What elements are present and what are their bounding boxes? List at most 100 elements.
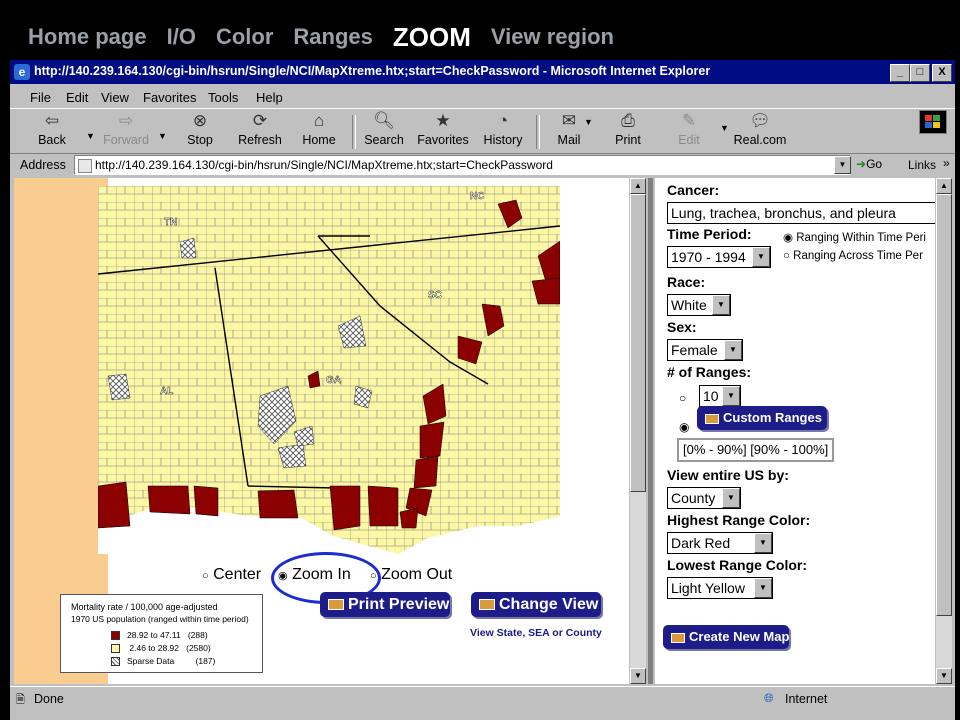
menu-file[interactable]: File [30,90,51,105]
form-scrollbar[interactable]: ▲ ▼ [936,178,952,684]
address-bar: Address http://140.239.164.130/cgi-bin/h… [10,153,955,177]
status-bar: 🗎︎ Done 🌐︎ Internet [10,686,955,709]
ranging-across-radio[interactable]: ○ Ranging Across Time Per [783,250,923,262]
done-page-icon: 🗎︎ [16,694,25,706]
chevron-down-icon: ▼ [712,295,730,315]
button-folder-icon [479,599,495,611]
address-dropdown-icon[interactable]: ▼ [834,156,851,174]
back-arrow-icon: ⇦ [44,111,60,130]
cancer-select[interactable]: Lung, trachea, bronchus, and pleura [667,202,935,224]
button-folder-icon [671,632,685,643]
ie-icon: e [14,64,30,80]
menu-bar: File Edit View Favorites Tools Help [10,86,955,134]
menu-edit[interactable]: Edit [66,90,88,105]
custom-ranges-button[interactable]: Custom Ranges [697,406,827,430]
create-new-map-button[interactable]: Create New Map [663,625,789,649]
ranges-count-radio[interactable]: ○ [679,391,686,405]
custom-ranges-radio[interactable]: ◉ [679,420,689,434]
stop-button[interactable]: ⊗ Stop [170,111,230,147]
home-icon: ⌂ [313,111,325,130]
lowest-color-select[interactable]: Light Yellow ▼ [667,577,773,599]
search-button[interactable]: 🔍︎ Search [354,111,414,147]
legend-swatch-low [111,644,120,653]
back-button[interactable]: ⇦ Back [22,111,82,147]
sex-select[interactable]: Female ▼ [667,339,743,361]
print-preview-button[interactable]: Print Preview [320,592,450,617]
change-view-note: View State, SEA or County [470,627,602,639]
maximize-button[interactable]: □ [910,64,930,82]
go-button[interactable]: ➜Go [856,155,894,173]
address-label: Address [20,158,66,172]
refresh-icon: ⟳ [252,111,268,130]
back-dropdown-icon[interactable]: ▼ [86,131,95,141]
chevron-down-icon: ▼ [752,247,770,267]
slide-nav-io[interactable]: I/O [167,24,196,50]
options-form: Cancer: Lung, trachea, bronchus, and ple… [655,178,935,684]
status-zone: Internet [785,692,828,706]
scroll-down-arrow-icon[interactable]: ▼ [630,668,646,684]
print-button[interactable]: ⎙ Print [598,111,658,147]
forward-button[interactable]: ⇨ Forward [96,111,156,147]
view-us-select[interactable]: County ▼ [667,487,741,509]
ranges-label: # of Ranges: [667,364,752,380]
race-select[interactable]: White ▼ [667,294,731,316]
printer-icon: ⎙ [621,111,635,130]
ranging-within-radio[interactable]: ◉ Ranging Within Time Peri [783,230,926,244]
edit-dropdown-icon[interactable]: ▼ [720,123,729,133]
search-icon: 🔍︎ [373,111,395,130]
chevron-down-icon: ▼ [754,533,772,553]
slide-nav-color[interactable]: Color [216,24,273,50]
favorites-button[interactable]: ★ Favorites [413,111,473,147]
real-com-button[interactable]: 💬︎ Real.com [730,111,790,147]
view-us-label: View entire US by: [667,467,789,483]
menu-help[interactable]: Help [256,90,283,105]
slide-nav-home[interactable]: Home page [28,24,147,50]
chevron-down-icon: ▼ [722,386,740,406]
scroll-thumb[interactable] [936,194,952,616]
history-button[interactable]: ◔ History [473,111,533,147]
menu-view[interactable]: View [101,90,129,105]
chevron-down-icon: ▼ [754,578,772,598]
time-period-label: Time Period: [667,226,752,242]
links-button[interactable]: Links [908,158,936,172]
legend-subtitle: 1970 US population (ranged within time p… [71,614,249,624]
cancer-label: Cancer: [667,182,720,198]
slide-nav-zoom[interactable]: ZOOM [393,22,471,53]
slide-nav-view-region[interactable]: View region [491,24,614,50]
map-scrollbar[interactable]: ▲ ▼ [630,178,646,684]
scroll-down-arrow-icon[interactable]: ▼ [936,668,952,684]
menu-tools[interactable]: Tools [208,90,238,105]
address-input[interactable]: http://140.239.164.130/cgi-bin/hsrun/Sin… [74,155,851,175]
menu-favorites[interactable]: Favorites [143,90,196,105]
zoom-out-radio[interactable]: ○ Zoom Out [370,566,452,584]
toolbar: ⇦ Back ▼ ⇨ Forward ▼ ⊗ Stop ⟳ Refresh ⌂ … [10,108,955,154]
chevron-down-icon: ▼ [724,340,742,360]
highest-color-label: Highest Range Color: [667,512,811,528]
change-view-button[interactable]: Change View [471,592,601,617]
highest-color-select[interactable]: Dark Red ▼ [667,532,773,554]
mail-dropdown-icon[interactable]: ▼ [584,117,593,127]
zoom-center-radio[interactable]: ○ Center [202,566,261,584]
county-map[interactable]: TN NC SC GA AL [98,186,560,554]
scroll-up-arrow-icon[interactable]: ▲ [936,178,952,194]
page-icon [78,159,92,173]
refresh-button[interactable]: ⟳ Refresh [230,111,290,147]
state-label-al: AL [160,386,173,397]
scroll-up-arrow-icon[interactable]: ▲ [630,178,646,194]
custom-ranges-field[interactable]: [0% - 90%] [90% - 100%] [677,438,835,462]
status-text: Done [34,692,64,706]
state-label-sc: SC [428,290,442,301]
edit-button[interactable]: ✎ Edit [659,111,719,147]
slide-nav-ranges[interactable]: Ranges [293,24,372,50]
time-period-select[interactable]: 1970 - 1994 ▼ [667,246,771,268]
close-button[interactable]: X [932,64,952,82]
forward-dropdown-icon[interactable]: ▼ [158,131,167,141]
scroll-thumb[interactable] [630,194,646,492]
lowest-color-label: Lowest Range Color: [667,557,808,573]
forward-arrow-icon: ⇨ [118,111,134,130]
ranges-count-select[interactable]: 10 ▼ [699,385,741,407]
legend-item-low: 2.46 to 28.92 (2580) [129,643,211,653]
minimize-button[interactable]: _ [890,64,910,82]
links-chevron-icon[interactable]: » [943,156,950,170]
home-button[interactable]: ⌂ Home [289,111,349,147]
